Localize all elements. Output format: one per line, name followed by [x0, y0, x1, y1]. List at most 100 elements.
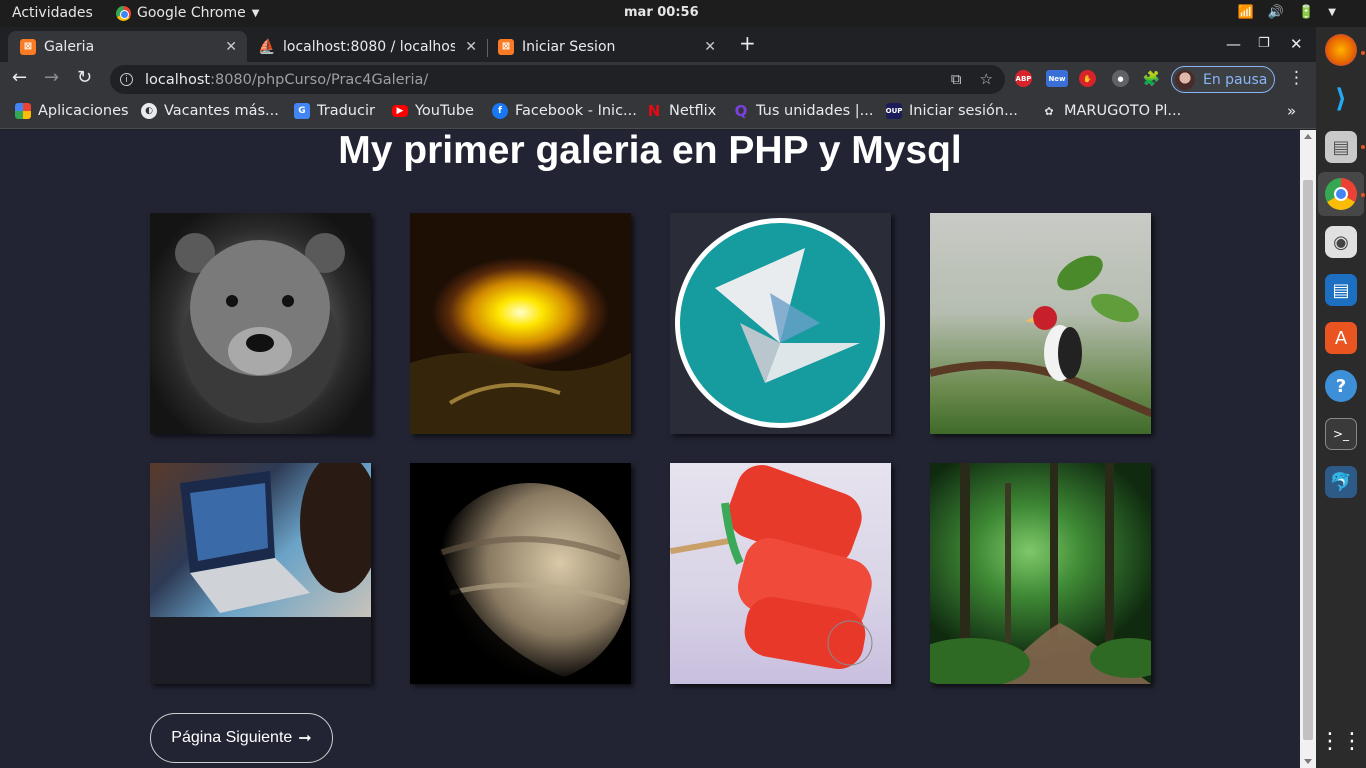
tab-galeria[interactable]: ⊠ Galeria ✕ [8, 31, 247, 62]
gallery-image-bird[interactable] [930, 213, 1151, 434]
gallery-image-origami-logo[interactable] [670, 213, 891, 434]
xampp-icon: ⊠ [498, 38, 514, 55]
show-applications-icon[interactable]: ⋮⋮ [1319, 725, 1363, 757]
bookmark-label: YouTube [415, 103, 474, 119]
gallery-image-sunset[interactable] [410, 213, 631, 434]
wifi-icon: 📶 [1237, 5, 1254, 20]
youtube-icon: ▶ [392, 105, 408, 117]
clock[interactable]: mar 00:56 [624, 5, 699, 20]
bookmarks-bar: Aplicaciones ◐ Vacantes más... G Traduci… [0, 96, 1316, 129]
oup-icon: OUP [886, 103, 902, 119]
bookmark-aplicaciones[interactable]: Aplicaciones [15, 103, 129, 119]
bookmark-label: Iniciar sesión... [909, 103, 1018, 119]
next-page-button[interactable]: Página Siguiente ➞ [150, 713, 333, 763]
tab-iniciar-sesion[interactable]: ⊠ Iniciar Sesion ✕ [486, 31, 726, 62]
running-indicator [1361, 193, 1365, 197]
gallery-image-forest[interactable] [930, 463, 1151, 684]
gallery-image-bear[interactable] [150, 213, 371, 434]
volume-icon: 🔊 [1267, 5, 1285, 20]
facebook-icon: f [492, 103, 508, 119]
system-tray[interactable]: 📶 🔊 🔋 ▼ [1238, 5, 1336, 20]
bookmark-marugoto[interactable]: ✿ MARUGOTO Pl... [1041, 103, 1181, 119]
adblock-plus-icon[interactable]: ABP [1015, 70, 1032, 87]
bookmark-vacantes[interactable]: ◐ Vacantes más... [141, 103, 279, 119]
back-button[interactable]: ← [12, 67, 27, 88]
globe-icon: ◐ [141, 103, 157, 119]
system-top-bar: Actividades Google Chrome ▼ mar 00:56 📶 … [0, 0, 1366, 27]
new-extension-icon[interactable]: New [1046, 70, 1068, 87]
bookmark-youtube[interactable]: ▶ YouTube [392, 103, 474, 119]
profile-status: En pausa [1203, 71, 1268, 88]
terminal-icon[interactable]: >_ [1325, 418, 1357, 450]
scrollbar-thumb[interactable] [1303, 180, 1313, 740]
files-icon[interactable]: ▤ [1325, 131, 1357, 163]
reload-button[interactable]: ↻ [77, 67, 92, 88]
gallery-image-planet[interactable] [410, 463, 631, 684]
close-icon[interactable]: ✕ [225, 39, 237, 55]
battery-icon: 🔋 [1298, 5, 1315, 20]
arrow-right-icon: ➞ [298, 730, 312, 747]
tab-title: Iniciar Sesion [522, 38, 616, 55]
vscode-icon[interactable]: ⟩ [1325, 83, 1357, 115]
new-tab-button[interactable]: + [739, 31, 756, 55]
scroll-down-icon[interactable] [1304, 759, 1312, 764]
bookmark-label: Netflix [669, 103, 717, 119]
hand-extension-icon[interactable]: ✋ [1079, 70, 1096, 87]
browser-toolbar: ← → ↻ i localhost:8080/phpCurso/Prac4Gal… [0, 62, 1316, 96]
puzzle-icon[interactable]: 🧩 [1143, 70, 1160, 87]
marugoto-icon: ✿ [1044, 104, 1054, 118]
software-center-icon[interactable]: A [1325, 322, 1357, 354]
apps-grid-icon [15, 103, 31, 119]
activities-button[interactable]: Actividades [12, 5, 93, 21]
phpmyadmin-icon: ⛵ [258, 38, 276, 55]
bookmarks-overflow-icon[interactable]: » [1287, 102, 1296, 120]
page-scrollbar[interactable] [1300, 130, 1316, 768]
bookmark-iniciar-sesion[interactable]: OUP Iniciar sesión... [886, 103, 1018, 119]
page-title: My primer galeria en PHP y Mysql [338, 130, 962, 172]
menu-icon[interactable]: ⋮ [1288, 68, 1305, 88]
close-icon[interactable]: ✕ [704, 39, 716, 55]
bookmark-label: Vacantes más... [164, 103, 279, 119]
tab-title: Galeria [44, 38, 95, 55]
address-bar[interactable]: i localhost:8080/phpCurso/Prac4Galeria/ … [110, 65, 1005, 94]
avatar [1175, 69, 1195, 90]
mysql-workbench-icon[interactable]: 🐬 [1325, 466, 1357, 498]
app-menu[interactable]: Google Chrome ▼ [116, 5, 259, 21]
bookmark-traducir[interactable]: G Traducir [294, 103, 375, 119]
maximize-button[interactable]: ❐ [1258, 36, 1270, 51]
quizlet-icon: Q [734, 102, 748, 120]
netflix-icon: N [647, 102, 661, 120]
profile-button[interactable]: En pausa [1171, 66, 1275, 93]
bookmark-label: Aplicaciones [38, 103, 129, 119]
gallery-image-ice-pops[interactable] [670, 463, 891, 684]
minimize-button[interactable]: — [1226, 35, 1241, 53]
chrome-icon [116, 5, 131, 21]
laptop-photo [150, 463, 371, 617]
scroll-up-icon[interactable] [1304, 134, 1312, 139]
running-indicator [1361, 51, 1365, 55]
bookmark-facebook[interactable]: f Facebook - Inic... [492, 103, 637, 119]
chrome-icon[interactable] [1325, 178, 1357, 210]
close-icon[interactable]: ✕ [465, 39, 477, 55]
bookmark-label: Facebook - Inic... [515, 103, 637, 119]
next-page-label: Página Siguiente [171, 729, 293, 746]
gallery-image-laptop[interactable] [150, 463, 371, 684]
page-content: My primer galeria en PHP y Mysql Página … [0, 130, 1300, 768]
ubuntu-dock: ⟩ ▤ ◉ ▤ A ? >_ 🐬 ⋮⋮ [1316, 27, 1366, 768]
firefox-icon[interactable] [1325, 34, 1357, 66]
close-window-button[interactable]: ✕ [1290, 35, 1303, 53]
forward-button[interactable]: → [44, 67, 59, 88]
url-path: :8080/phpCurso/Prac4Galeria/ [210, 71, 429, 88]
help-icon[interactable]: ? [1325, 370, 1357, 402]
tab-title: localhost:8080 / localhost [283, 38, 455, 55]
translate-icon[interactable]: ⧉ [951, 70, 962, 88]
site-info-icon[interactable]: i [120, 73, 133, 86]
chevron-down-icon: ▼ [1328, 7, 1336, 18]
rhythmbox-icon[interactable]: ◉ [1325, 226, 1357, 258]
tab-phpmyadmin[interactable]: ⛵ localhost:8080 / localhost ✕ [247, 31, 487, 62]
writer-icon[interactable]: ▤ [1325, 274, 1357, 306]
extension-icon[interactable]: ● [1112, 70, 1129, 87]
bookmark-star-icon[interactable]: ☆ [980, 70, 993, 88]
bookmark-tus-unidades[interactable]: Q Tus unidades |... [733, 102, 874, 120]
bookmark-netflix[interactable]: N Netflix [646, 102, 717, 120]
